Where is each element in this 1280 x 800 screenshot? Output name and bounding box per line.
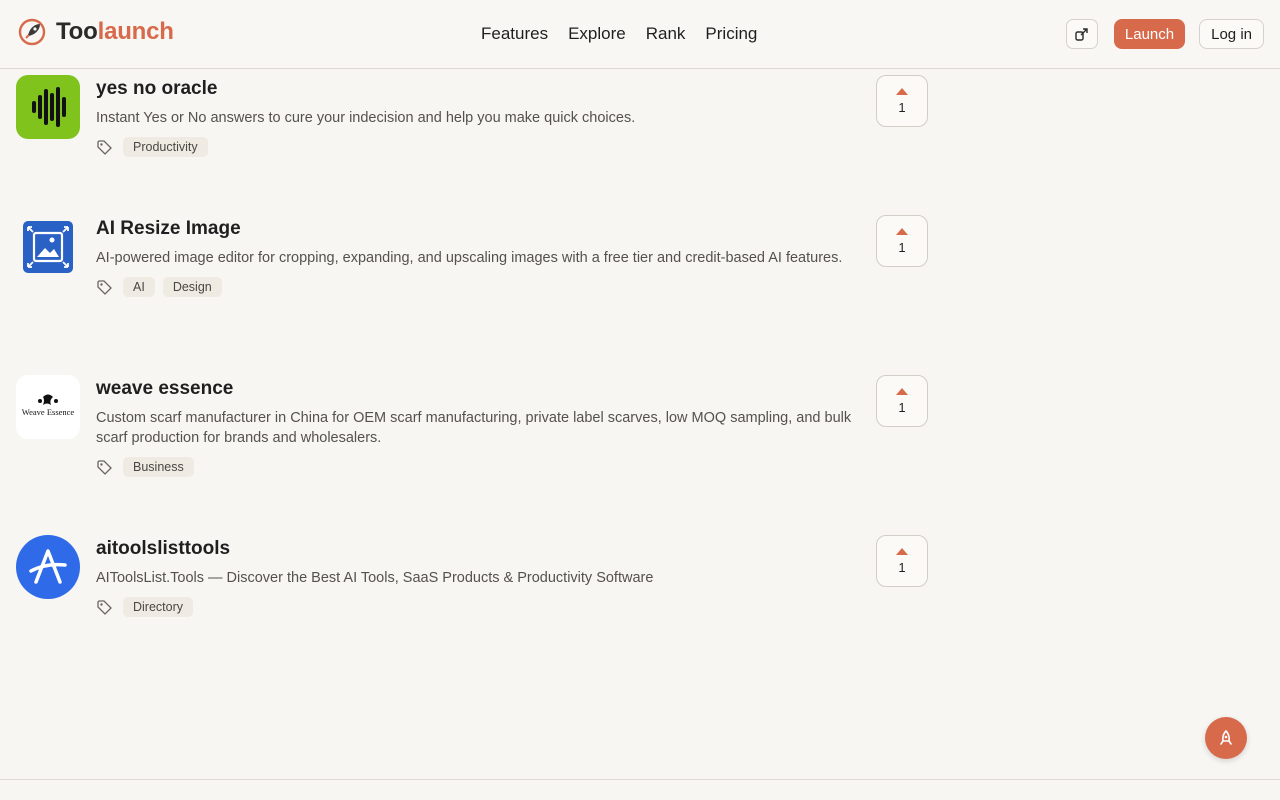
- nav-explore[interactable]: Explore: [568, 24, 626, 44]
- vote-count: 1: [898, 99, 906, 115]
- tag-chip[interactable]: Productivity: [123, 137, 208, 157]
- item-description: Custom scarf manufacturer in China for O…: [96, 410, 852, 446]
- product-logo[interactable]: [16, 75, 80, 139]
- image-resize-icon: [23, 221, 73, 273]
- vote-count: 1: [898, 399, 906, 415]
- item-title[interactable]: aitoolslisttools: [96, 538, 856, 560]
- item-title[interactable]: weave essence: [96, 378, 856, 400]
- login-button[interactable]: Log in: [1199, 19, 1264, 49]
- header-actions: Launch Log in: [1065, 19, 1264, 49]
- svg-text:Weave Essence: Weave Essence: [22, 407, 75, 417]
- item-description: AI-powered image editor for cropping, ex…: [96, 250, 843, 266]
- upvote-button[interactable]: 1: [876, 535, 928, 587]
- item-description: AIToolsList.Tools — Discover the Best AI…: [96, 570, 654, 586]
- tag-icon: [97, 459, 112, 475]
- tag-chip[interactable]: AI: [123, 277, 155, 297]
- upvote-arrow-icon: [896, 547, 908, 555]
- item-content: AI Resize Image AI-powered image editor …: [96, 218, 856, 297]
- launch-button[interactable]: Launch: [1113, 19, 1186, 49]
- product-logo[interactable]: Weave Essence: [16, 375, 80, 439]
- product-logo[interactable]: [16, 535, 80, 599]
- tag-icon: [97, 599, 112, 615]
- item-content: yes no oracle Instant Yes or No answers …: [96, 78, 856, 157]
- brand-name-part-1: Too: [56, 18, 98, 45]
- item-content: aitoolslisttools AIToolsList.Tools — Dis…: [96, 538, 856, 617]
- nav-rank[interactable]: Rank: [646, 24, 686, 44]
- letter-a-icon: [29, 549, 67, 584]
- upvote-arrow-icon: [896, 227, 908, 235]
- rocket-icon: [18, 18, 46, 46]
- weave-essence-logo: Weave Essence: [22, 394, 75, 417]
- rocket-icon: [1220, 730, 1232, 745]
- vote-count: 1: [898, 239, 906, 255]
- item-content: weave essence Custom scarf manufacturer …: [96, 378, 856, 477]
- floating-launch-button[interactable]: [1205, 717, 1247, 759]
- top-header: Toolaunch Features Explore Rank Pricing …: [0, 0, 1280, 69]
- footer-divider: [0, 779, 1280, 780]
- upvote-button[interactable]: 1: [876, 375, 928, 427]
- external-share-icon: [1075, 28, 1088, 41]
- item-tags: AI Design: [96, 277, 856, 297]
- item-title[interactable]: AI Resize Image: [96, 218, 856, 240]
- product-logo[interactable]: [16, 215, 80, 279]
- tag-icon: [97, 279, 112, 295]
- upvote-arrow-icon: [896, 87, 908, 95]
- brand-logo[interactable]: Toolaunch: [18, 18, 174, 46]
- brand-name: Toolaunch: [56, 18, 174, 46]
- item-tags: Business: [96, 457, 856, 477]
- sound-wave-icon: [32, 87, 66, 127]
- upvote-button[interactable]: 1: [876, 215, 928, 267]
- tag-icon: [97, 139, 112, 155]
- item-tags: Directory: [96, 597, 856, 617]
- upvote-button[interactable]: 1: [876, 75, 928, 127]
- vote-count: 1: [898, 559, 906, 575]
- main-nav: Features Explore Rank Pricing: [481, 24, 777, 44]
- tag-chip[interactable]: Business: [123, 457, 194, 477]
- upvote-arrow-icon: [896, 387, 908, 395]
- nav-pricing[interactable]: Pricing: [705, 24, 757, 44]
- nav-features[interactable]: Features: [481, 24, 548, 44]
- tag-chip[interactable]: Directory: [123, 597, 194, 617]
- brand-name-part-2: launch: [97, 18, 174, 45]
- item-tags: Productivity: [96, 137, 856, 157]
- item-title[interactable]: yes no oracle: [96, 78, 856, 100]
- item-description: Instant Yes or No answers to cure your i…: [96, 110, 636, 126]
- tag-chip[interactable]: Design: [162, 277, 222, 297]
- share-button[interactable]: [1065, 19, 1098, 49]
